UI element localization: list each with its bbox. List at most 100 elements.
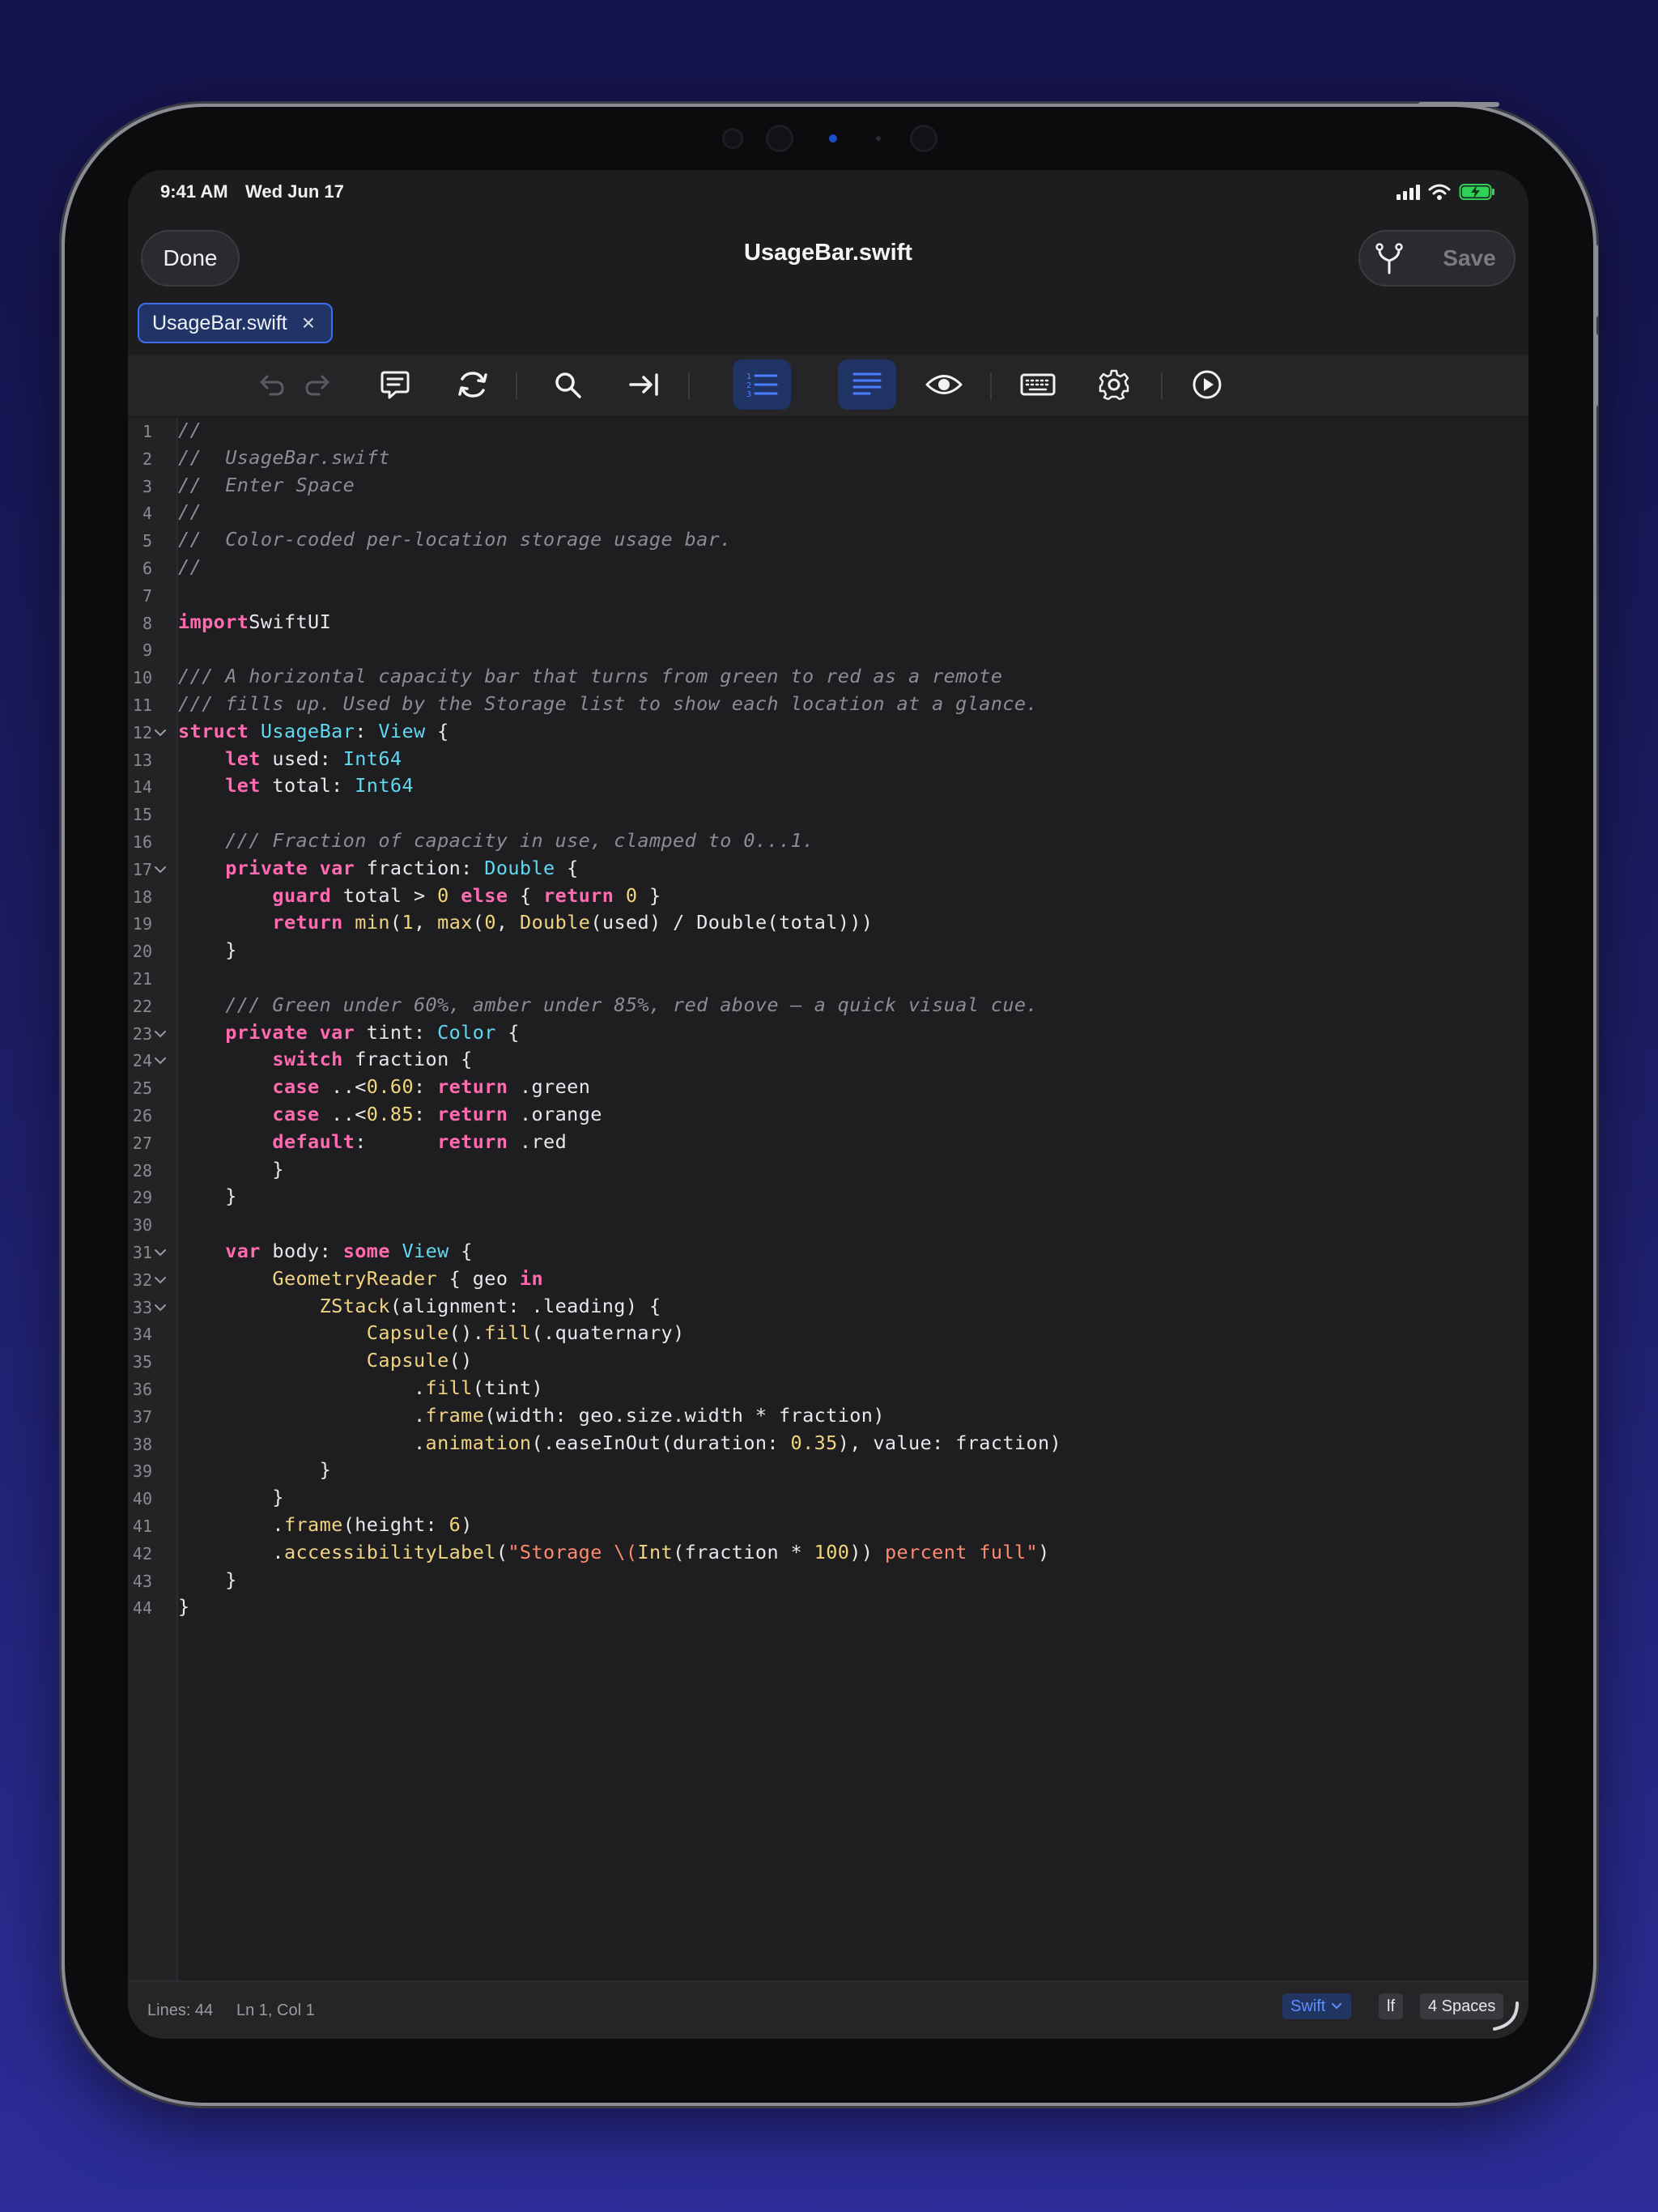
fold-chevron-icon[interactable]	[153, 728, 168, 738]
refresh-button[interactable]	[444, 359, 502, 410]
editor-footer: Lines: 44 Ln 1, Col 1 Swift lf 4 Spaces	[128, 1980, 1528, 2039]
code-token-kw: else	[461, 883, 508, 907]
tab-label: UsageBar.swift	[152, 311, 287, 334]
line-number: 32	[132, 1270, 152, 1290]
redo-icon	[305, 375, 329, 396]
code-token-fn: accessibilityLabel	[283, 1540, 496, 1563]
code-token: .	[178, 1376, 426, 1399]
settings-button[interactable]	[1085, 359, 1143, 410]
code-line: guard total > 0 else { return 0 }	[178, 884, 661, 907]
word-wrap-button[interactable]	[838, 359, 896, 410]
fold-chevron-icon[interactable]	[153, 1056, 168, 1066]
code-token-ty: Color	[437, 1020, 496, 1044]
line-number: 36	[132, 1380, 152, 1399]
code-token-num: 6	[449, 1513, 461, 1536]
keyboard-button[interactable]	[1009, 359, 1067, 410]
tab-usagebar-swift[interactable]: UsageBar.swift ×	[138, 303, 334, 343]
code-token: )	[1038, 1540, 1050, 1563]
chevron-down-icon	[1332, 2003, 1342, 2010]
language-selector[interactable]: Swift	[1282, 1993, 1352, 2019]
indent-button[interactable]	[614, 359, 673, 410]
code-token: (height:	[342, 1513, 449, 1536]
code-token: (	[495, 1540, 508, 1563]
code-token-kw: return	[437, 1129, 508, 1153]
code-line: }	[178, 1486, 284, 1508]
toolbar-divider	[516, 372, 517, 400]
close-icon[interactable]: ×	[302, 310, 315, 336]
resize-handle-icon[interactable]	[1488, 2000, 1520, 2032]
fold-chevron-icon[interactable]	[153, 1029, 168, 1039]
line-ending-selector[interactable]: lf	[1379, 1993, 1403, 2019]
code-token-num: 0.60	[366, 1075, 414, 1099]
code-token-str: percent full"	[884, 1540, 1039, 1563]
code-token-cm: //	[178, 500, 202, 524]
save-button[interactable]: Save	[1425, 232, 1514, 285]
line-number: 21	[132, 969, 152, 989]
navigation-bar: Done UsageBar.swift Save	[128, 215, 1528, 293]
code-token-fn: ZStack	[319, 1294, 390, 1317]
code-line: .frame(width: geo.size.width * fraction)	[178, 1404, 885, 1427]
line-number: 39	[132, 1461, 152, 1482]
code-token-fn: fill	[484, 1321, 532, 1345]
code-line: }	[178, 1185, 237, 1207]
comment-button[interactable]	[366, 359, 424, 410]
code-token: ()	[449, 1349, 473, 1372]
code-token-kw: default	[272, 1129, 355, 1153]
line-number-gutter: 1 2 3 4 5 6 7 8 9 10 11 12 13 14 15 16 17 18 19 20 21 22 23 24 2…	[128, 418, 178, 1980]
fold-chevron-icon[interactable]	[153, 1248, 168, 1257]
code-token-fn: Int	[637, 1540, 674, 1563]
code-token-cm: /// A horizontal capacity bar that turns…	[178, 665, 1003, 688]
line-number: 33	[132, 1297, 152, 1317]
code-token: (fraction *	[673, 1540, 814, 1563]
fold-chevron-icon[interactable]	[153, 1275, 168, 1285]
line-number: 1	[142, 422, 152, 441]
line-numbers-button[interactable]: 123	[733, 359, 791, 410]
code-line: /// Fraction of capacity in use, clamped…	[178, 829, 814, 852]
line-number: 43	[132, 1571, 152, 1591]
file-title: UsageBar.swift	[744, 240, 912, 266]
fold-chevron-icon[interactable]	[153, 1303, 168, 1312]
fold-chevron-icon[interactable]	[153, 865, 168, 874]
line-number: 23	[132, 1023, 152, 1044]
nav-actions-group: Save	[1358, 230, 1516, 287]
code-line: private var fraction: Double {	[178, 857, 579, 879]
code-token: ..<	[319, 1103, 367, 1125]
line-numbers-icon: 123	[746, 372, 778, 399]
code-token: ,	[414, 911, 438, 934]
code-token: body:	[260, 1240, 343, 1262]
code-token-fn: Double	[520, 911, 591, 934]
code-token-fn: animation	[425, 1431, 532, 1454]
code-token: (.quaternary)	[531, 1321, 685, 1345]
line-number: 25	[132, 1078, 152, 1099]
branch-icon[interactable]	[1375, 243, 1404, 275]
code-token: fraction {	[342, 1048, 473, 1071]
run-icon	[1192, 370, 1222, 399]
code-line: // Enter Space	[178, 474, 355, 496]
code-token: .	[178, 1431, 426, 1454]
tab-strip: UsageBar.swift ×	[128, 293, 1528, 351]
run-button[interactable]	[1178, 359, 1236, 410]
code-token-kw: in	[519, 1266, 544, 1290]
code-line: }	[178, 1568, 237, 1591]
code-line: var body: some View {	[178, 1240, 473, 1262]
line-number: 3	[142, 476, 152, 496]
code-token-cm: //	[178, 419, 202, 441]
code-token: }	[178, 1486, 284, 1509]
preview-button[interactable]	[915, 359, 973, 410]
code-line: switch fraction {	[178, 1048, 473, 1070]
code-line: case ..<0.85: return .orange	[178, 1103, 602, 1125]
redo-button[interactable]	[288, 359, 346, 410]
code-token: :	[414, 1075, 438, 1099]
search-button[interactable]	[538, 359, 597, 410]
line-number: 37	[132, 1406, 152, 1427]
code-editor[interactable]: 1 2 3 4 5 6 7 8 9 10 11 12 13 14 15 16 17 18 19 20 21 22 23 24 2…	[128, 418, 1528, 1980]
code-token: SwiftUI	[249, 610, 332, 633]
code-token-kw: return	[543, 883, 614, 907]
